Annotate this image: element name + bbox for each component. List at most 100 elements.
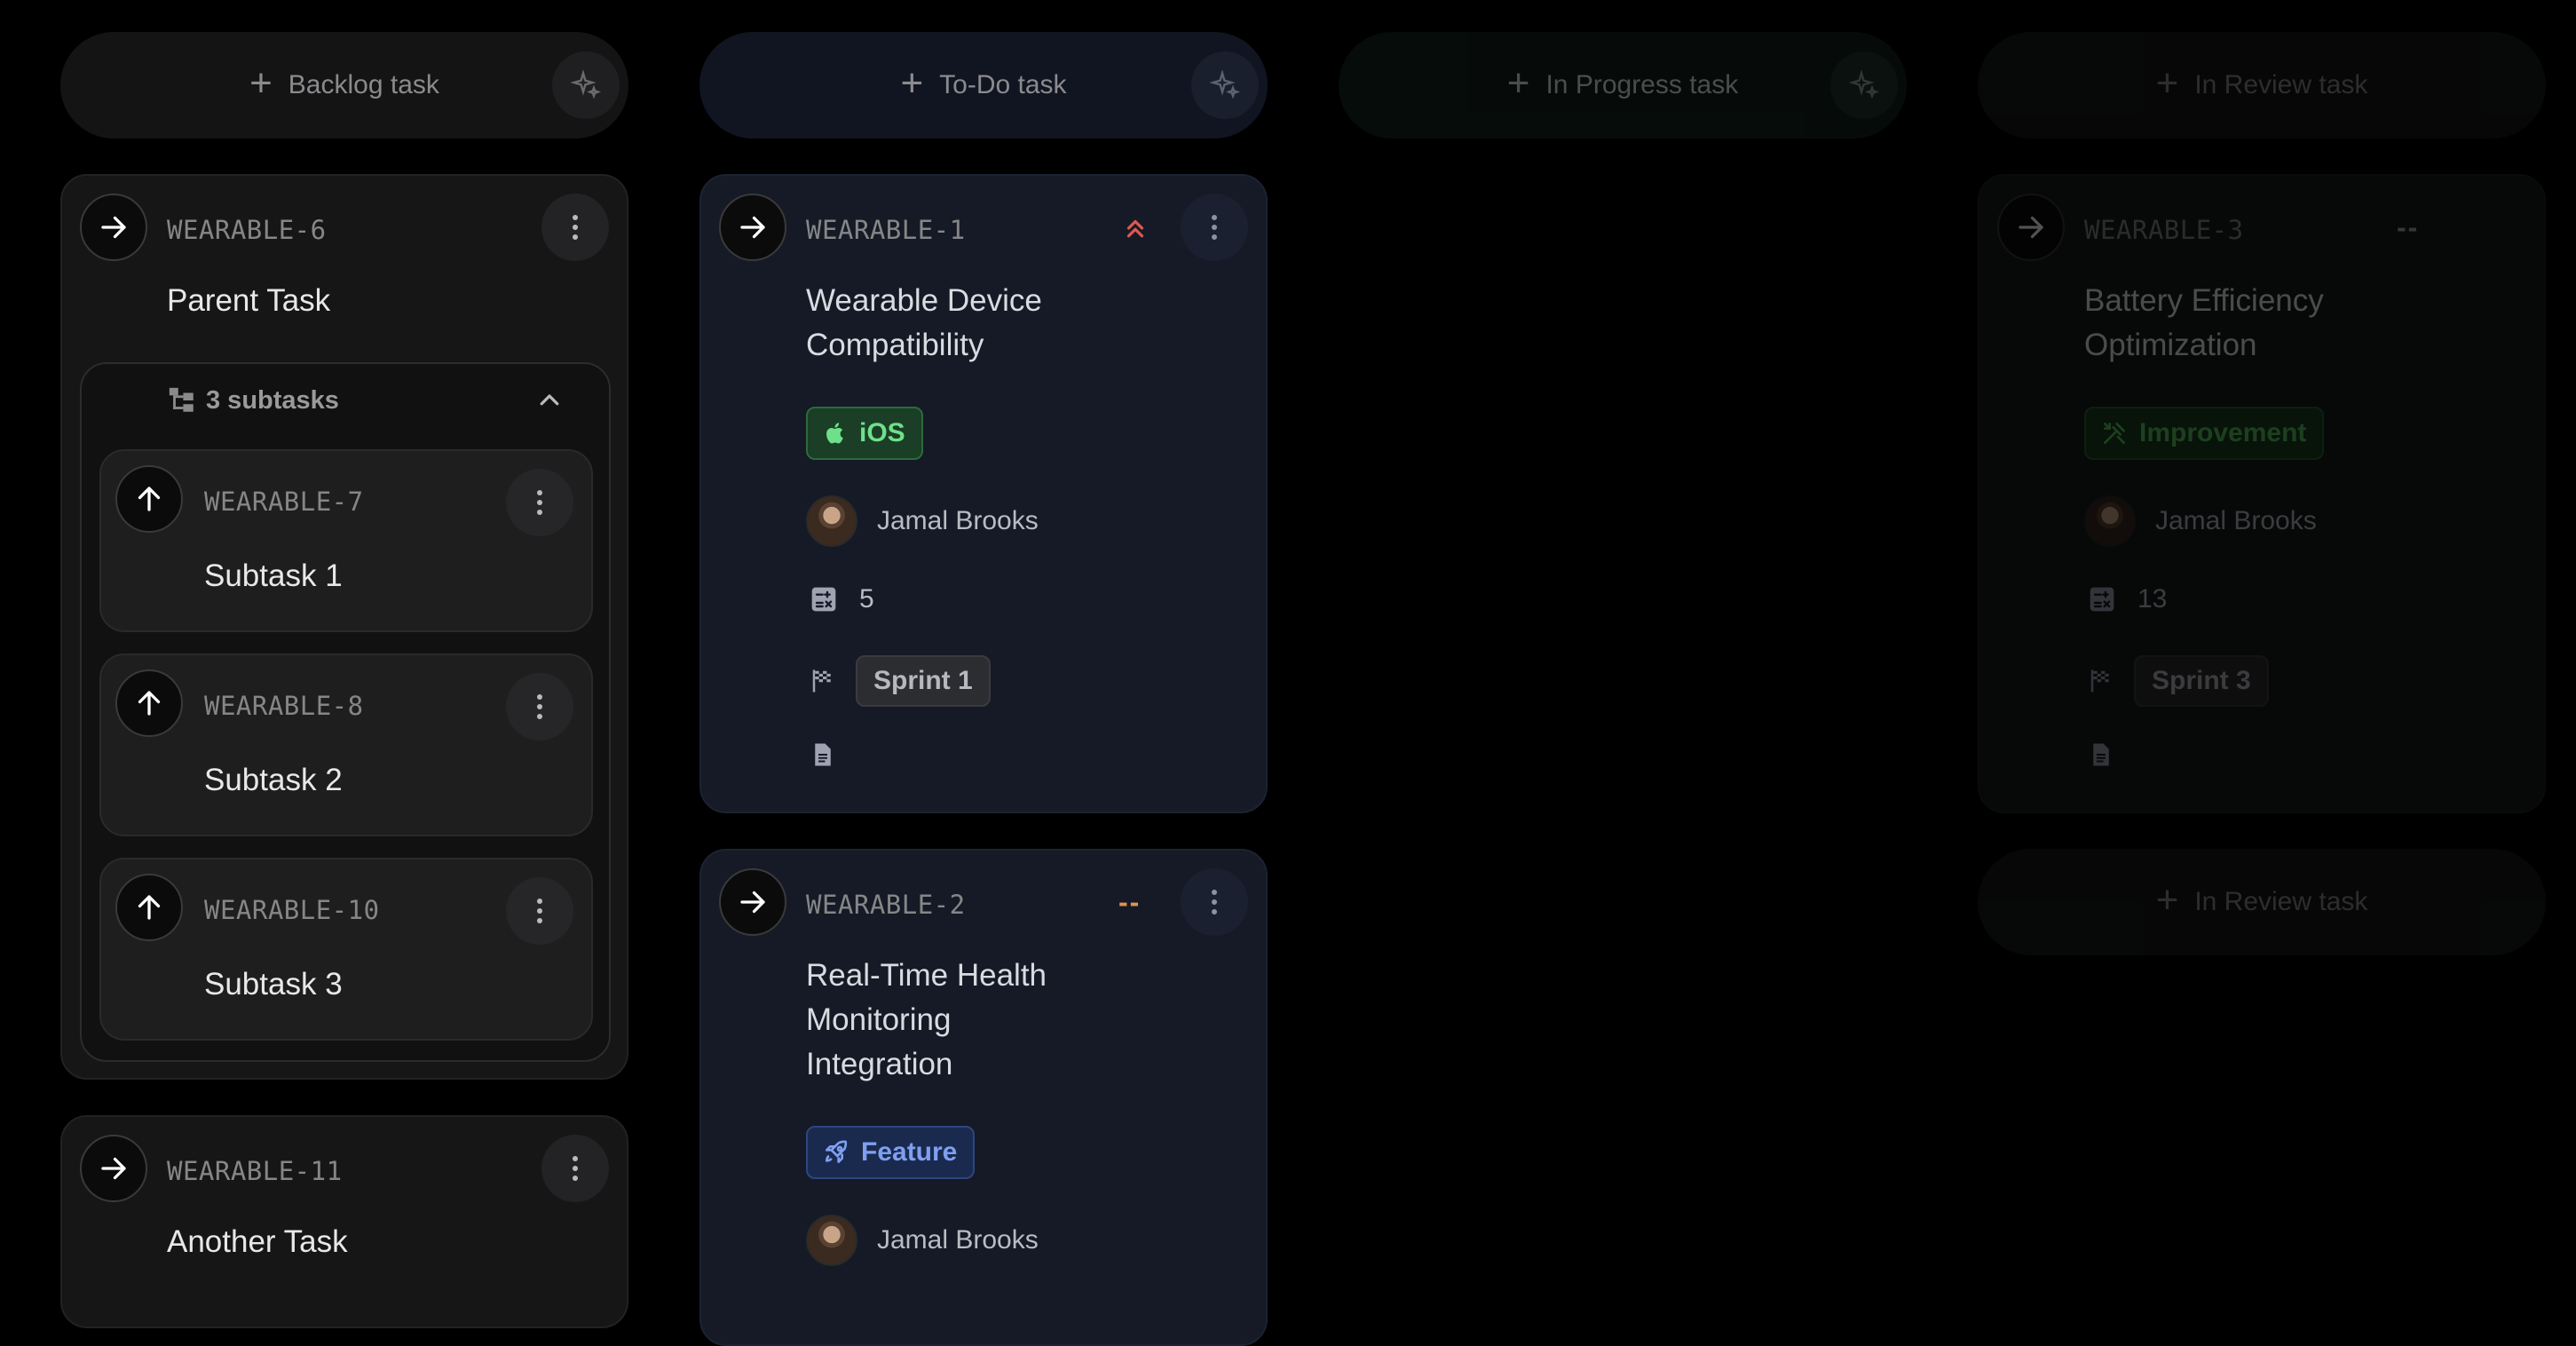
task-card[interactable]: WEARABLE-1 Wearable Device Compatibility… xyxy=(699,174,1268,813)
add-in-review-task-button-bottom[interactable]: + In Review task xyxy=(1978,849,2546,955)
task-id: WEARABLE-3 xyxy=(2084,215,2244,245)
status-arrow-button[interactable] xyxy=(719,868,786,936)
task-card[interactable]: WEARABLE-3 -- Battery Efficiency Optimiz… xyxy=(1978,174,2546,813)
apple-icon xyxy=(826,423,843,444)
more-vertical-icon xyxy=(537,490,542,515)
status-arrow-button[interactable] xyxy=(80,1135,147,1202)
task-title-line: Battery Efficiency xyxy=(2084,283,2324,318)
status-arrow-button[interactable] xyxy=(719,194,786,261)
platform-tag[interactable]: iOS xyxy=(806,407,923,460)
add-in-progress-task-label: In Progress task xyxy=(1545,70,1739,99)
type-tag[interactable]: Feature xyxy=(806,1126,976,1179)
subtask-card[interactable]: WEARABLE-8 Subtask 2 xyxy=(99,653,593,836)
type-tag[interactable]: Improvement xyxy=(2084,407,2325,460)
task-id: WEARABLE-2 xyxy=(806,890,966,920)
task-menu-button[interactable] xyxy=(541,194,609,261)
arrow-right-icon xyxy=(2019,216,2043,239)
sparkle-icon xyxy=(570,69,602,99)
type-tag-label: Improvement xyxy=(2139,418,2307,447)
checkered-flag-icon xyxy=(812,669,831,693)
description-row[interactable] xyxy=(810,740,836,769)
assignee-name: Jamal Brooks xyxy=(2155,506,2317,535)
plus-icon: + xyxy=(2155,61,2179,105)
status-arrow-button[interactable] xyxy=(115,465,183,533)
priority-medium-icon: -- xyxy=(1118,886,1142,918)
ai-sparkle-button[interactable] xyxy=(552,51,620,119)
more-vertical-icon xyxy=(573,215,578,240)
rocket-icon xyxy=(826,1140,848,1163)
task-menu-button[interactable] xyxy=(541,1135,609,1202)
assignee[interactable]: Jamal Brooks xyxy=(806,1215,1039,1266)
subtask-card[interactable]: WEARABLE-10 Subtask 3 xyxy=(99,858,593,1041)
column-in-progress: + In Progress task xyxy=(1339,32,1907,139)
more-vertical-icon xyxy=(1212,890,1217,914)
story-points-value: 5 xyxy=(859,584,874,614)
task-id: WEARABLE-7 xyxy=(204,487,364,517)
task-title: Another Task xyxy=(167,1224,348,1259)
avatar xyxy=(806,1215,857,1266)
task-menu-button[interactable] xyxy=(506,673,573,740)
calculator-icon xyxy=(2090,587,2114,612)
task-menu-button[interactable] xyxy=(506,469,573,536)
platform-tag-label: iOS xyxy=(859,418,905,447)
add-in-review-task-button[interactable]: + In Review task xyxy=(1978,32,2546,139)
add-in-progress-task-button[interactable]: + In Progress task xyxy=(1339,32,1907,139)
task-menu-button[interactable] xyxy=(506,877,573,945)
story-points[interactable]: 13 xyxy=(2088,584,2167,614)
task-card[interactable]: WEARABLE-11 Another Task xyxy=(60,1115,628,1328)
task-title-line: Monitoring xyxy=(806,1002,952,1037)
priority-high-icon xyxy=(1126,219,1144,238)
story-points[interactable]: 5 xyxy=(810,584,874,614)
chevron-up-icon[interactable] xyxy=(536,387,563,414)
arrow-up-icon xyxy=(138,487,161,511)
arrow-right-icon xyxy=(101,1157,126,1180)
add-in-review-task-label: In Review task xyxy=(2194,887,2368,916)
task-card-parent[interactable]: WEARABLE-6 Parent Task 3 subtasks WEARAB… xyxy=(60,174,628,1080)
task-menu-button[interactable] xyxy=(1181,194,1248,261)
assignee[interactable]: Jamal Brooks xyxy=(806,495,1039,547)
add-backlog-task-button[interactable]: + Backlog task xyxy=(60,32,628,139)
sprint-chip[interactable]: Sprint 1 xyxy=(856,655,991,707)
status-arrow-button[interactable] xyxy=(115,669,183,737)
add-todo-task-button[interactable]: + To-Do task xyxy=(699,32,1268,139)
checkered-flag-icon xyxy=(2090,669,2109,693)
task-title: Real-Time Health Monitoring Integration xyxy=(806,954,1047,1087)
task-title-line: Integration xyxy=(806,1047,953,1081)
sprint-row[interactable]: Sprint 3 xyxy=(2088,655,2269,707)
task-menu-button[interactable] xyxy=(1181,868,1248,936)
subtask-card[interactable]: WEARABLE-7 Subtask 1 xyxy=(99,449,593,632)
status-arrow-button[interactable] xyxy=(80,194,147,261)
more-vertical-icon xyxy=(573,1156,578,1181)
task-title-line: Optimization xyxy=(2084,328,2257,362)
sprint-chip[interactable]: Sprint 3 xyxy=(2134,655,2269,707)
type-tag-label: Feature xyxy=(861,1137,958,1167)
sprint-row[interactable]: Sprint 1 xyxy=(810,655,991,707)
status-arrow-button[interactable] xyxy=(1997,194,2065,261)
avatar xyxy=(2084,495,2136,547)
priority-icon: -- xyxy=(2397,211,2420,243)
status-arrow-button[interactable] xyxy=(115,874,183,941)
column-backlog: + Backlog task WEARABLE-6 Parent Task 3 … xyxy=(60,32,628,1328)
document-icon xyxy=(815,743,831,766)
subtasks-count: 3 subtasks xyxy=(206,385,339,415)
ai-sparkle-button[interactable] xyxy=(1191,51,1259,119)
task-title: Parent Task xyxy=(167,283,331,318)
tools-icon xyxy=(2104,423,2125,444)
description-row[interactable] xyxy=(2088,740,2114,769)
plus-icon: + xyxy=(900,61,924,105)
add-todo-task-label: To-Do task xyxy=(939,70,1067,99)
ai-sparkle-button[interactable] xyxy=(1830,51,1898,119)
task-card[interactable]: WEARABLE-2 -- Real-Time Health Monitorin… xyxy=(699,849,1268,1346)
assignee-name: Jamal Brooks xyxy=(877,506,1039,535)
task-title-line: Compatibility xyxy=(806,328,984,362)
story-points-value: 13 xyxy=(2137,584,2168,614)
subtasks-toggle[interactable]: 3 subtasks xyxy=(167,385,339,416)
assignee[interactable]: Jamal Brooks xyxy=(2084,495,2317,547)
arrow-right-icon xyxy=(740,216,765,239)
arrow-up-icon xyxy=(138,691,161,716)
avatar xyxy=(806,495,857,547)
task-title: Battery Efficiency Optimization xyxy=(2084,279,2324,368)
task-id: WEARABLE-6 xyxy=(167,215,327,245)
task-id: WEARABLE-8 xyxy=(204,691,364,721)
plus-icon: + xyxy=(1506,61,1530,105)
